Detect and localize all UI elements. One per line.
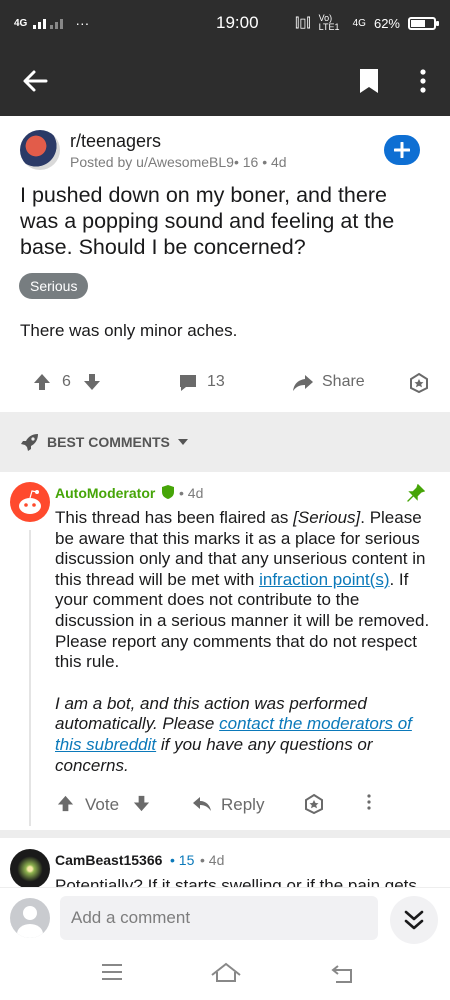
comment-downvote-button[interactable]	[132, 794, 152, 814]
commenter-avatar[interactable]	[10, 482, 50, 522]
battery-icon	[408, 16, 439, 30]
arrow-up-icon	[34, 374, 50, 390]
pin-icon	[407, 484, 425, 502]
comment-count: 13	[207, 373, 225, 390]
upvote-button[interactable]	[32, 372, 54, 394]
arrow-down-icon	[84, 374, 100, 390]
back-system-button[interactable]	[330, 962, 356, 986]
subreddit-name[interactable]: r/teenagers	[70, 131, 161, 152]
post-time: • 4d	[262, 154, 287, 170]
post-flair[interactable]: Serious	[19, 273, 89, 299]
user-silhouette-icon	[17, 906, 43, 938]
network-indicator-right: 4G	[352, 17, 366, 29]
bookmark-icon	[360, 69, 378, 93]
home-button[interactable]	[210, 961, 242, 985]
comment-sort-button[interactable]: BEST COMMENTS	[0, 412, 450, 472]
comment-award-button[interactable]	[303, 793, 327, 817]
rocket-icon	[21, 434, 38, 451]
post-actions: 6 13 Share	[0, 361, 450, 405]
snoo-icon	[19, 490, 41, 514]
downvote-button[interactable]	[82, 372, 104, 394]
post-author[interactable]: Posted by u/AwesomeBL9	[70, 154, 234, 170]
subreddit-avatar[interactable]	[20, 130, 60, 170]
comment-body: This thread has been flaired as [Serious…	[55, 508, 443, 776]
comment-time: • 4d	[179, 485, 204, 501]
save-button[interactable]	[352, 63, 386, 99]
comment-bar: Add a comment	[0, 887, 450, 949]
signal-icon	[33, 19, 64, 29]
post-header: r/teenagers Posted by u/AwesomeBL9• 16 •…	[20, 128, 430, 178]
arrow-left-icon	[23, 70, 48, 92]
comment-author[interactable]: CamBeast15366	[55, 852, 162, 868]
post-body: There was only minor aches.	[20, 321, 238, 340]
user-avatar[interactable]	[10, 898, 50, 938]
back-system-icon	[331, 965, 352, 983]
post-meta: Posted by u/AwesomeBL9• 16 • 4d	[70, 154, 287, 170]
plus-icon	[394, 142, 410, 158]
bot-disclaimer: I am a bot, and this action was performe…	[55, 693, 412, 775]
comment-more-button[interactable]	[367, 794, 381, 816]
more-vertical-icon	[420, 69, 426, 93]
award-icon	[410, 372, 428, 394]
comment-bubble-icon	[180, 375, 196, 391]
moderator-shield-icon	[162, 485, 174, 499]
chevron-down-icon	[177, 439, 188, 445]
reply-arrow-icon	[193, 797, 211, 811]
arrow-down-icon	[133, 795, 150, 812]
volte-indicator: Vo) LTE1	[318, 13, 340, 32]
more-notifications-icon: ···	[75, 15, 90, 31]
share-label: Share	[322, 373, 365, 390]
back-button[interactable]	[16, 62, 54, 100]
network-indicator-left: 4G	[14, 17, 28, 29]
status-time: 19:00	[216, 13, 259, 32]
infraction-link[interactable]: infraction point(s)	[259, 570, 389, 589]
double-chevron-down-icon	[404, 910, 424, 930]
post-age-badge: • 16	[233, 154, 259, 170]
comment-automoderator: AutoModerator • 4d This thread has been …	[0, 472, 450, 830]
status-left: 4G ···	[14, 15, 154, 31]
system-nav-bar	[0, 949, 450, 1000]
home-icon	[211, 962, 241, 982]
comment-time: • 4d	[200, 852, 225, 868]
comment-actions: Vote Reply	[0, 792, 450, 818]
sort-label: BEST COMMENTS	[47, 434, 170, 450]
share-button[interactable]: Share	[290, 371, 380, 397]
comment-age-badge: • 15	[170, 852, 195, 868]
arrow-up-icon	[57, 795, 74, 812]
add-comment-input[interactable]: Add a comment	[60, 896, 378, 940]
status-right: ⫿▯⫿ Vo) LTE1 4G 62%	[295, 13, 439, 32]
post-title: I pushed down on my boner, and there was…	[20, 183, 395, 259]
comment-paragraph: This thread has been flaired as [Serious…	[55, 508, 430, 672]
comment-author[interactable]: AutoModerator	[55, 485, 155, 501]
join-button[interactable]	[384, 135, 420, 165]
recents-button[interactable]	[100, 963, 126, 985]
award-icon	[305, 793, 323, 815]
share-arrow-icon	[293, 375, 313, 391]
battery-percent: 62%	[373, 15, 400, 31]
reply-label: Reply	[221, 795, 265, 814]
comment-upvote-button[interactable]	[56, 794, 76, 814]
collapse-comments-button[interactable]	[390, 896, 438, 944]
vote-label: Vote	[85, 795, 120, 814]
more-vertical-icon	[367, 794, 371, 810]
comments-button[interactable]: 13	[176, 371, 256, 397]
comment-cambeast: CamBeast15366 • 15 • 4d Potentially? If …	[0, 838, 450, 888]
more-options-button[interactable]	[408, 63, 438, 99]
vibrate-icon: ⫿▯⫿	[295, 15, 311, 30]
commenter-avatar[interactable]	[10, 849, 50, 888]
reply-button[interactable]: Reply	[192, 792, 272, 818]
award-button[interactable]	[408, 372, 432, 396]
status-bar: 4G ··· 19:00 ⫿▯⫿ Vo) LTE1 4G 62%	[0, 0, 450, 46]
comment-divider	[0, 830, 450, 838]
vote-count: 6	[62, 373, 71, 390]
menu-lines-icon	[102, 964, 122, 980]
thread-line[interactable]	[29, 530, 31, 826]
app-bar	[0, 46, 450, 116]
